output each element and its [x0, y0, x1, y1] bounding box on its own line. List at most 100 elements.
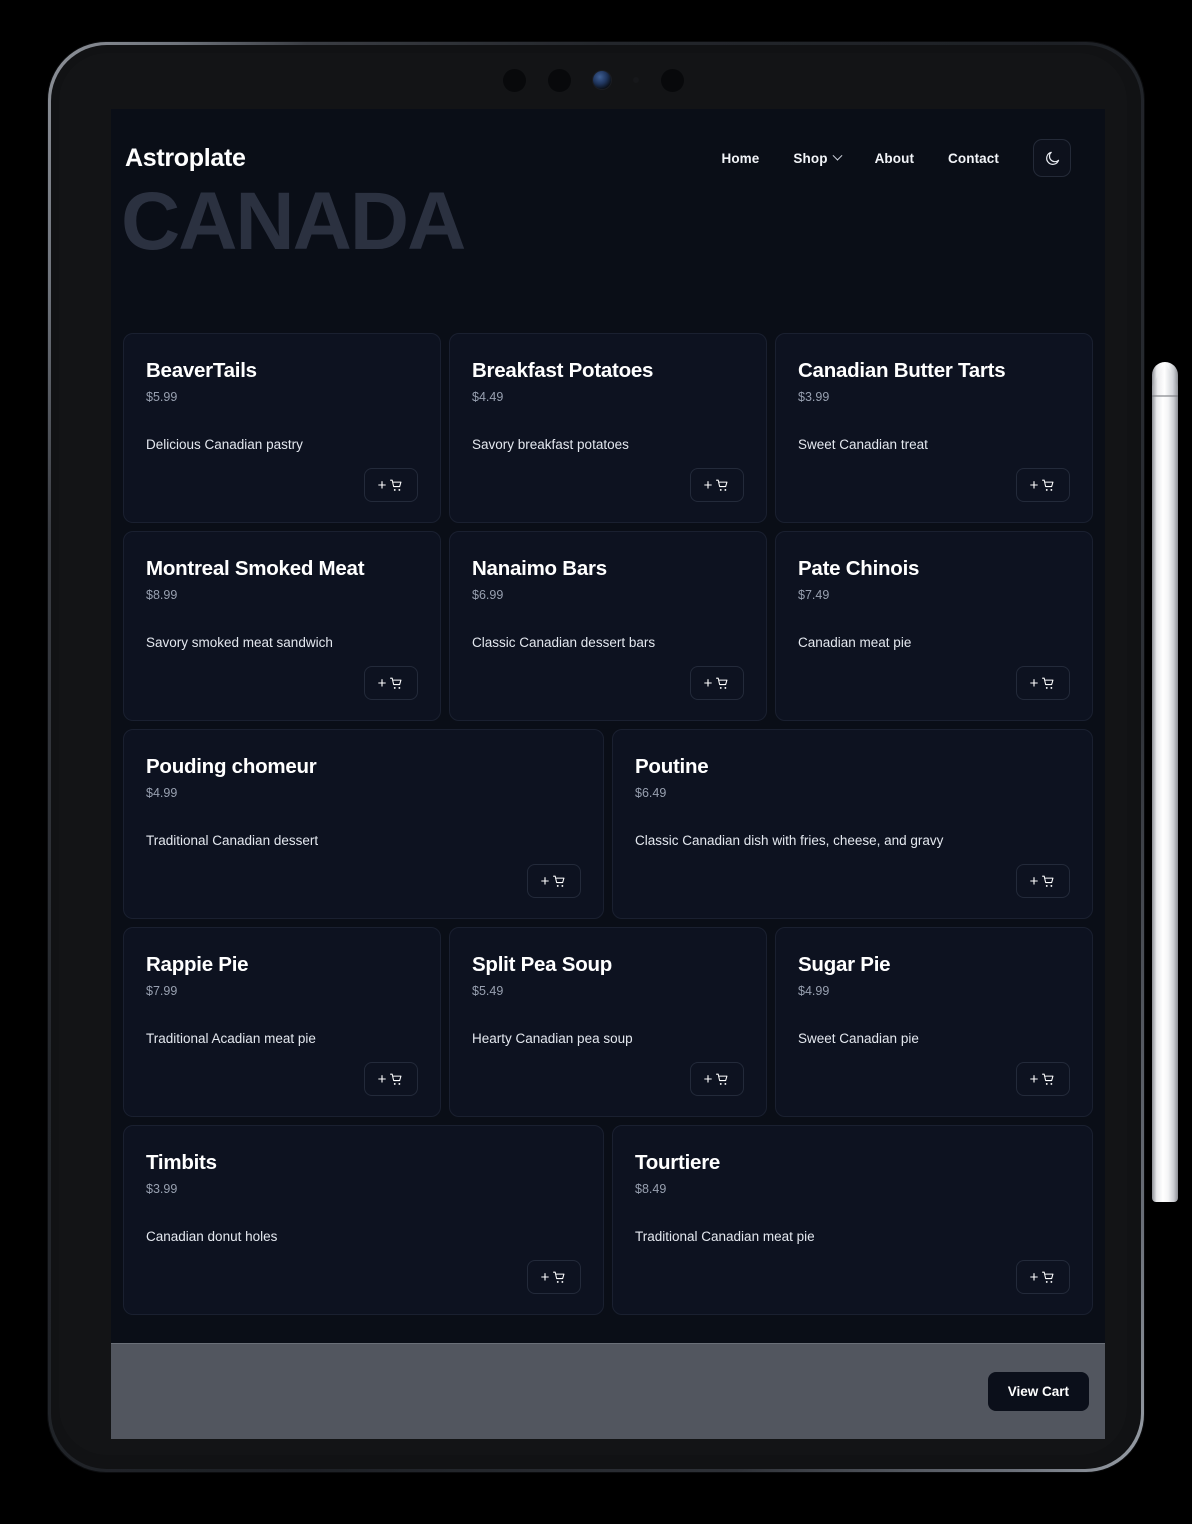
menu-item-card[interactable]: Tourtiere $8.49 Traditional Canadian meat … [612, 1125, 1093, 1315]
add-to-cart-button[interactable]: + [1016, 864, 1070, 898]
menu-item-card[interactable]: Pouding chomeur $4.99 Traditional Canadian… [123, 729, 604, 919]
menu-row: Pouding chomeur $4.99 Traditional Canadian… [119, 725, 1097, 923]
view-cart-button[interactable]: View Cart [987, 1372, 1089, 1411]
add-to-cart-button[interactable]: + [690, 1062, 744, 1096]
add-to-cart-button[interactable]: + [690, 666, 744, 700]
add-to-cart-button[interactable]: + [1016, 1062, 1070, 1096]
add-to-cart-button[interactable]: + [364, 666, 418, 700]
front-sensor-row [59, 62, 1127, 98]
menu-item-price: $8.49 [635, 1181, 667, 1196]
shopping-cart-icon [553, 1271, 565, 1283]
nav-item-shop[interactable]: Shop [793, 150, 843, 166]
plus-icon: + [377, 476, 387, 494]
menu-item-card[interactable]: Rappie Pie $7.99 Traditional Acadian meat … [123, 927, 441, 1117]
menu-item-name: Canadian Butter Tarts [798, 359, 1006, 382]
menu-item-name: Rappie Pie [146, 953, 249, 976]
menu-item-description: Classic Canadian dish with fries, cheese… [635, 832, 944, 848]
tablet-bezel: Astroplate Home Shop About Contact CANAD… [59, 53, 1127, 1455]
plus-icon: + [1029, 674, 1039, 692]
shopping-cart-icon [1042, 479, 1054, 491]
tablet-device-frame: Astroplate Home Shop About Contact CANAD… [48, 42, 1144, 1472]
menu-item-card[interactable]: Canadian Butter Tarts $3.99 Sweet Canadian… [775, 333, 1093, 523]
add-to-cart-button[interactable]: + [527, 1260, 581, 1294]
menu-item-card[interactable]: Split Pea Soup $5.49 Hearty Canadian pea s… [449, 927, 767, 1117]
add-to-cart-button[interactable]: + [1016, 468, 1070, 502]
menu-row: Rappie Pie $7.99 Traditional Acadian meat … [119, 923, 1097, 1121]
menu-item-actions: + [798, 468, 1070, 502]
menu-row: BeaverTails $5.99 Delicious Canadian pastr… [119, 329, 1097, 527]
menu-item-actions: + [146, 666, 418, 700]
menu-item-card[interactable]: Montreal Smoked Meat $8.99 Savory smoked m… [123, 531, 441, 721]
nav-item-home[interactable]: Home [721, 151, 759, 166]
menu-item-description: Savory breakfast potatoes [472, 436, 629, 452]
shopping-cart-icon [1042, 1271, 1054, 1283]
front-camera-icon [592, 71, 611, 89]
menu-item-price: $4.49 [472, 389, 504, 404]
tablet-screen: Astroplate Home Shop About Contact CANAD… [111, 109, 1105, 1439]
main-navigation: Home Shop About Contact [721, 139, 1071, 177]
menu-item-price: $7.99 [146, 983, 178, 998]
plus-icon: + [377, 674, 387, 692]
stylus-pen[interactable] [1152, 362, 1178, 1202]
nav-item-about[interactable]: About [875, 151, 914, 166]
menu-item-card[interactable]: BeaverTails $5.99 Delicious Canadian pastr… [123, 333, 441, 523]
menu-item-actions: + [635, 864, 1070, 898]
menu-item-name: Breakfast Potatoes [472, 359, 654, 382]
menu-item-price: $7.49 [798, 587, 830, 602]
menu-item-card[interactable]: Pate Chinois $7.49 Canadian meat pie + [775, 531, 1093, 721]
sensor-dot-icon [502, 68, 526, 92]
menu-item-description: Traditional Acadian meat pie [146, 1030, 316, 1046]
menu-grid: BeaverTails $5.99 Delicious Canadian pastr… [119, 177, 1097, 1319]
add-to-cart-button[interactable]: + [364, 1062, 418, 1096]
menu-item-name: Montreal Smoked Meat [146, 557, 365, 580]
add-to-cart-button[interactable]: + [690, 468, 744, 502]
shopping-cart-icon [1042, 875, 1054, 887]
menu-item-price: $4.99 [146, 785, 178, 800]
add-to-cart-button[interactable]: + [1016, 666, 1070, 700]
sensor-dot-icon [660, 68, 684, 92]
add-to-cart-button[interactable]: + [527, 864, 581, 898]
add-to-cart-button[interactable]: + [1016, 1260, 1070, 1294]
menu-item-card[interactable]: Breakfast Potatoes $4.49 Savory breakfast … [449, 333, 767, 523]
menu-item-card[interactable]: Poutine $6.49 Classic Canadian dish with f… [612, 729, 1093, 919]
plus-icon: + [540, 872, 550, 890]
plus-icon: + [703, 674, 713, 692]
menu-item-price: $6.99 [472, 587, 504, 602]
menu-item-description: Hearty Canadian pea soup [472, 1030, 633, 1046]
menu-row: Timbits $3.99 Canadian donut holes + Tourtie… [119, 1121, 1097, 1319]
nav-item-shop-label: Shop [793, 150, 828, 166]
shopping-cart-icon [390, 479, 402, 491]
plus-icon: + [703, 476, 713, 494]
menu-item-card[interactable]: Sugar Pie $4.99 Sweet Canadian pie + [775, 927, 1093, 1117]
plus-icon: + [1029, 476, 1039, 494]
menu-item-price: $5.99 [146, 389, 178, 404]
nav-item-home-label: Home [721, 150, 760, 166]
shopping-cart-icon [1042, 677, 1054, 689]
menu-item-card[interactable]: Nanaimo Bars $6.99 Classic Canadian desser… [449, 531, 767, 721]
menu-item-price: $6.49 [635, 785, 667, 800]
site-header: Astroplate Home Shop About Contact [111, 109, 1105, 177]
menu-item-description: Canadian meat pie [798, 634, 912, 650]
shopping-cart-icon [716, 479, 728, 491]
menu-item-name: Poutine [635, 755, 709, 778]
theme-toggle-button[interactable] [1033, 139, 1071, 177]
plus-icon: + [1029, 872, 1039, 890]
menu-row: Montreal Smoked Meat $8.99 Savory smoked m… [119, 527, 1097, 725]
menu-item-name: Nanaimo Bars [472, 557, 607, 580]
menu-item-name: Tourtiere [635, 1151, 721, 1174]
chevron-down-icon [832, 150, 843, 161]
add-to-cart-button[interactable]: + [364, 468, 418, 502]
menu-item-actions: + [635, 1260, 1070, 1294]
plus-icon: + [1029, 1268, 1039, 1286]
menu-item-name: Sugar Pie [798, 953, 891, 976]
nav-item-contact[interactable]: Contact [948, 151, 999, 166]
brand-logo[interactable]: Astroplate [125, 144, 246, 173]
menu-item-price: $5.49 [472, 983, 504, 998]
menu-item-actions: + [798, 1062, 1070, 1096]
shopping-cart-icon [1042, 1073, 1054, 1085]
plus-icon: + [540, 1268, 550, 1286]
menu-item-card[interactable]: Timbits $3.99 Canadian donut holes + [123, 1125, 604, 1315]
menu-item-actions: + [798, 666, 1070, 700]
menu-item-description: Sweet Canadian pie [798, 1030, 919, 1046]
menu-item-name: Timbits [146, 1151, 217, 1174]
